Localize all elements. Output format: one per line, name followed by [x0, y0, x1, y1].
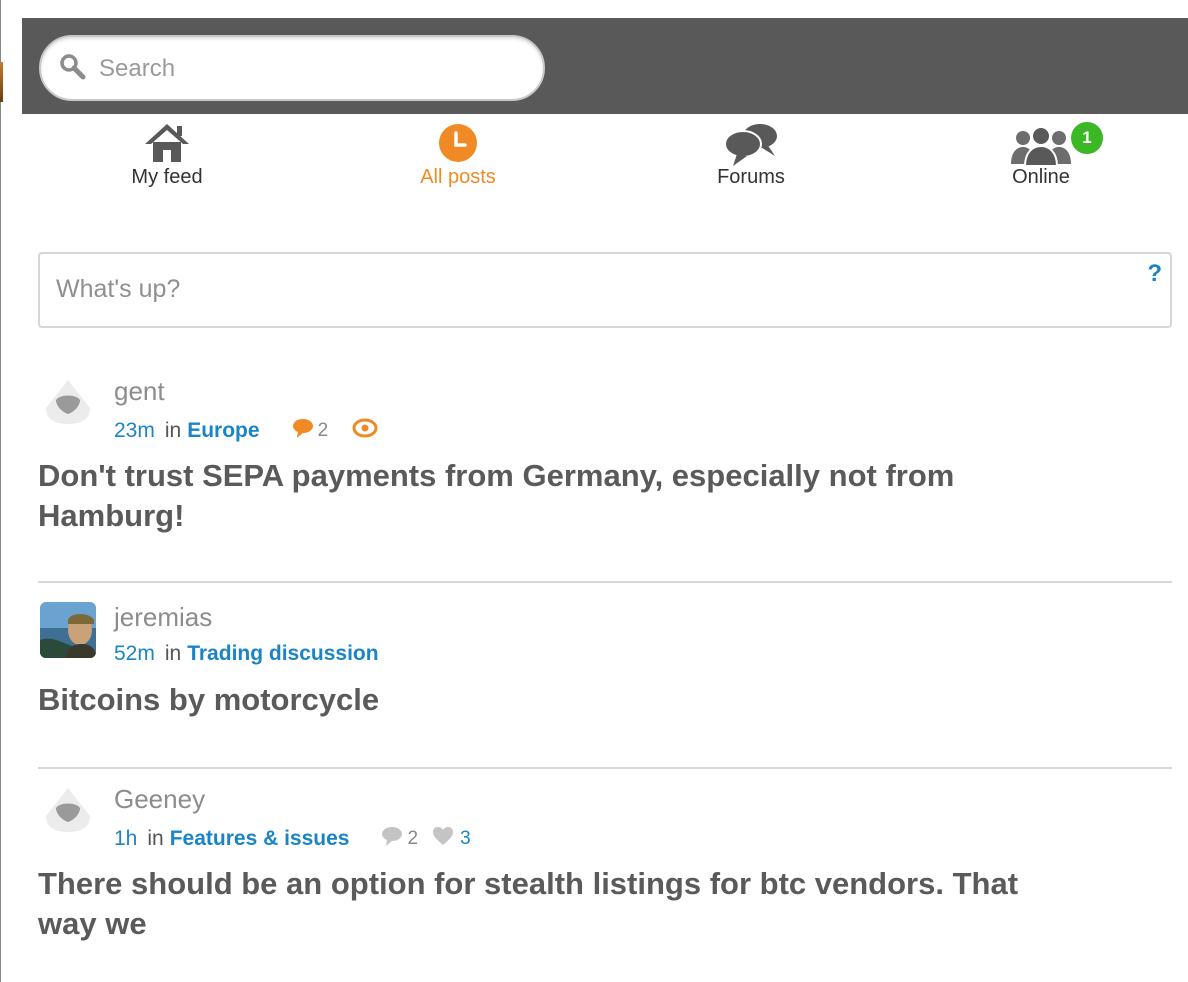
speech-bubbles-icon: [651, 122, 851, 168]
post-item: gent 23m in Europe 2 Don't trust SEPA pa…: [38, 376, 1172, 536]
post-meta: 52m in Trading discussion: [114, 642, 379, 666]
like-count[interactable]: 3: [432, 826, 471, 852]
post-in-label: in: [164, 419, 182, 442]
users-icon: [941, 122, 1141, 168]
nav-all-posts[interactable]: All posts: [358, 114, 558, 194]
default-avatar[interactable]: [40, 784, 96, 840]
online-count-badge: 1: [1069, 120, 1105, 156]
post-title[interactable]: Bitcoins by motorcycle: [38, 680, 1038, 720]
post-item: Geeney 1h in Features & issues 2 3 There…: [38, 784, 1172, 954]
help-link[interactable]: ?: [1147, 260, 1162, 288]
nav-label: Online: [1012, 166, 1070, 188]
post-forum-link[interactable]: Features & issues: [170, 827, 350, 851]
post-title[interactable]: Don't trust SEPA payments from Germany, …: [38, 456, 1038, 536]
post-time[interactable]: 52m: [114, 642, 155, 666]
nav-online[interactable]: 1 Online: [941, 114, 1141, 194]
post-forum-link[interactable]: Europe: [187, 419, 259, 443]
comment-count[interactable]: 2: [292, 418, 329, 444]
home-icon: [67, 122, 267, 168]
post-in-label: in: [164, 642, 182, 665]
post-time[interactable]: 1h: [114, 827, 137, 851]
search-input[interactable]: [97, 51, 521, 87]
post-meta: 23m in Europe 2: [114, 418, 378, 444]
post-divider: [38, 581, 1172, 583]
heart-icon: [432, 826, 454, 852]
top-bar: [22, 18, 1188, 114]
post-forum-link[interactable]: Trading discussion: [187, 642, 378, 666]
nav-label: My feed: [131, 166, 203, 188]
status-composer[interactable]: ?: [38, 252, 1172, 328]
search-box[interactable]: [39, 35, 545, 101]
eye-icon: [352, 418, 378, 444]
post-time[interactable]: 23m: [114, 419, 155, 443]
comment-bubble-icon: [381, 826, 403, 852]
post-divider: [38, 767, 1172, 769]
status-input[interactable]: [54, 270, 1118, 308]
nav-label: All posts: [420, 166, 496, 188]
post-author[interactable]: Geeney: [114, 784, 205, 815]
search-icon: [59, 53, 87, 86]
clock-icon: [358, 122, 558, 168]
window-edge: [0, 0, 1, 982]
default-avatar[interactable]: [40, 376, 96, 432]
photo-avatar[interactable]: [40, 602, 96, 658]
like-number: 3: [460, 828, 471, 849]
post-title[interactable]: There should be an option for stealth li…: [38, 864, 1038, 944]
nav-forums[interactable]: Forums: [651, 114, 851, 194]
nav-label: Forums: [717, 166, 785, 188]
main-nav: My feed All posts Forums 1 Online: [22, 114, 1188, 204]
post-author[interactable]: jeremias: [114, 602, 212, 633]
watch-toggle[interactable]: [352, 418, 378, 444]
post-author[interactable]: gent: [114, 376, 165, 407]
post-meta: 1h in Features & issues 2 3: [114, 826, 471, 852]
comment-count[interactable]: 2: [381, 826, 418, 852]
post-item: jeremias 52m in Trading discussion Bitco…: [38, 600, 1172, 730]
comment-number: 2: [317, 420, 329, 441]
comment-number: 2: [407, 828, 419, 849]
nav-my-feed[interactable]: My feed: [67, 114, 267, 194]
post-in-label: in: [147, 827, 164, 850]
comment-bubble-icon: [292, 418, 314, 444]
window-edge-mark: [0, 62, 3, 102]
